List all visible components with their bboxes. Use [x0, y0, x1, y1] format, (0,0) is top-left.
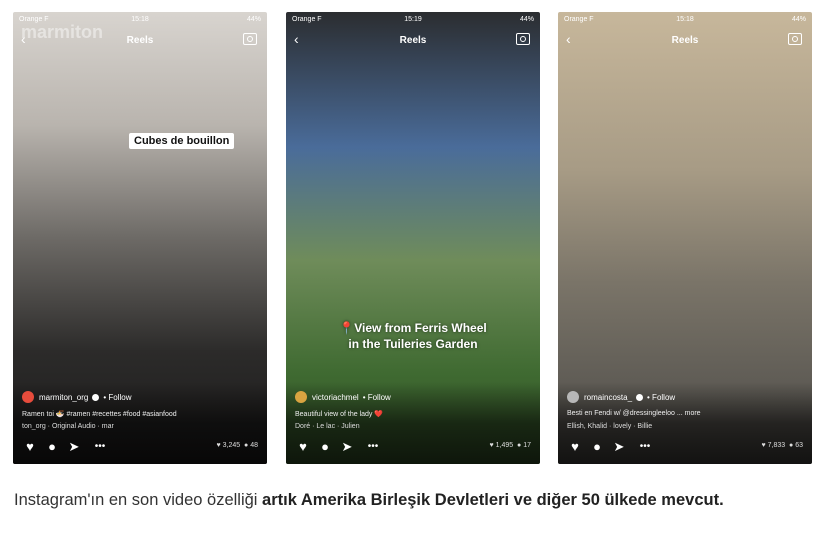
reels-screenshot-2: Orange F 15:19 44% ‹ Reels 📍View from Fe… — [286, 12, 540, 464]
like-count: 3,245 — [222, 442, 241, 449]
heart-icon[interactable]: ♥ — [567, 439, 583, 455]
reels-title: Reels — [126, 35, 154, 46]
avatar[interactable] — [22, 391, 34, 403]
share-icon[interactable]: ➤ — [339, 439, 355, 455]
reel-info-panel: victoriachmel • Follow Beautiful view of… — [286, 382, 540, 464]
follow-button[interactable]: • Follow — [363, 393, 391, 402]
status-time: 15:18 — [131, 16, 149, 23]
reel-author: romaincosta_ • Follow — [567, 390, 675, 404]
comment-count: 48 — [250, 442, 258, 449]
reels-topbar: ‹ Reels — [286, 30, 540, 50]
share-icon[interactable]: ➤ — [611, 439, 627, 455]
audio-track[interactable]: Ellish, Khalid · lovely · Billie — [567, 423, 652, 430]
more-icon[interactable]: ••• — [92, 439, 108, 455]
reels-topbar: ‹ Reels — [13, 30, 267, 50]
comment-icon[interactable]: ● — [589, 439, 605, 455]
comment-count: 17 — [523, 442, 531, 449]
reel-author: marmiton_org • Follow — [22, 390, 132, 404]
reels-title: Reels — [399, 35, 427, 46]
comment-icon[interactable]: ● — [44, 439, 60, 455]
audio-track[interactable]: ton_org · Original Audio · mar — [22, 423, 114, 430]
username[interactable]: victoriachmel — [312, 393, 359, 402]
battery-level: 44% — [791, 16, 806, 23]
reel-author: victoriachmel • Follow — [295, 390, 391, 404]
reels-screenshot-3: Orange F 15:18 44% ‹ Reels romaincosta_ … — [558, 12, 812, 464]
avatar[interactable] — [295, 391, 307, 403]
reel-caption: Beautiful view of the lady ❤️ — [295, 411, 384, 418]
share-icon[interactable]: ➤ — [66, 439, 82, 455]
comment-icon[interactable]: ● — [317, 439, 333, 455]
reel-actions: ♥ ● ➤ ••• ♥ 7,833 ● 63 — [567, 439, 803, 455]
article-text-bold: artık Amerika Birleşik Devletleri ve diğ… — [262, 491, 724, 509]
like-count: 7,833 — [767, 442, 786, 449]
status-time: 15:19 — [404, 16, 422, 23]
avatar[interactable] — [567, 391, 579, 403]
status-bar: Orange F 15:19 44% — [286, 14, 540, 26]
reels-topbar: ‹ Reels — [558, 30, 812, 50]
reel-actions: ♥ ● ➤ ••• ♥ 3,245 ● 48 — [22, 439, 258, 455]
camera-icon[interactable] — [243, 33, 257, 45]
battery-level: 44% — [246, 16, 261, 23]
article-paragraph: Instagram'ın en son video özelliği artık… — [14, 488, 814, 513]
audio-track[interactable]: Doré · Le lac · Julien — [295, 423, 360, 430]
reel-stats: ♥ 1,495 ● 17 — [489, 442, 532, 449]
video-overlay-text: 📍View from Ferris Wheel in the Tuileries… — [286, 320, 540, 352]
reel-actions: ♥ ● ➤ ••• ♥ 1,495 ● 17 — [295, 439, 531, 455]
more-icon[interactable]: ••• — [365, 439, 381, 455]
follow-button[interactable]: • Follow — [103, 393, 131, 402]
comment-count: 63 — [795, 442, 803, 449]
reel-stats: ♥ 7,833 ● 63 — [761, 442, 804, 449]
reel-info-panel: marmiton_org • Follow Ramen toi 🍜 #ramen… — [13, 382, 267, 464]
reels-title: Reels — [671, 35, 699, 46]
follow-button[interactable]: • Follow — [647, 393, 675, 402]
verified-icon — [92, 393, 100, 401]
reels-screenshot-1: marmiton Orange F 15:18 44% ‹ Reels Cube… — [13, 12, 267, 464]
status-bar: Orange F 15:18 44% — [13, 14, 267, 26]
reel-caption: Besti en Fendi w/ @dressingleeloo ... mo… — [567, 410, 701, 417]
heart-icon[interactable]: ♥ — [295, 439, 311, 455]
overlay-line-1: View from Ferris Wheel — [354, 321, 487, 335]
camera-icon[interactable] — [516, 33, 530, 45]
username[interactable]: marmiton_org — [39, 393, 88, 402]
reel-info-panel: romaincosta_ • Follow Besti en Fendi w/ … — [558, 382, 812, 464]
reel-caption: Ramen toi 🍜 #ramen #recettes #food #asia… — [22, 411, 177, 418]
sticker-label: Cubes de bouillon — [129, 133, 235, 149]
heart-icon[interactable]: ♥ — [22, 439, 38, 455]
more-icon[interactable]: ••• — [637, 439, 653, 455]
pin-icon: 📍 — [339, 321, 355, 335]
username[interactable]: romaincosta_ — [584, 393, 632, 402]
status-time: 15:18 — [676, 16, 694, 23]
overlay-line-2: in the Tuileries Garden — [348, 337, 478, 351]
article-text-normal: Instagram'ın en son video özelliği — [14, 491, 263, 509]
like-count: 1,495 — [495, 442, 514, 449]
status-bar: Orange F 15:18 44% — [558, 14, 812, 26]
battery-level: 44% — [519, 16, 534, 23]
reel-stats: ♥ 3,245 ● 48 — [216, 442, 259, 449]
verified-icon — [636, 393, 644, 401]
camera-icon[interactable] — [788, 33, 802, 45]
